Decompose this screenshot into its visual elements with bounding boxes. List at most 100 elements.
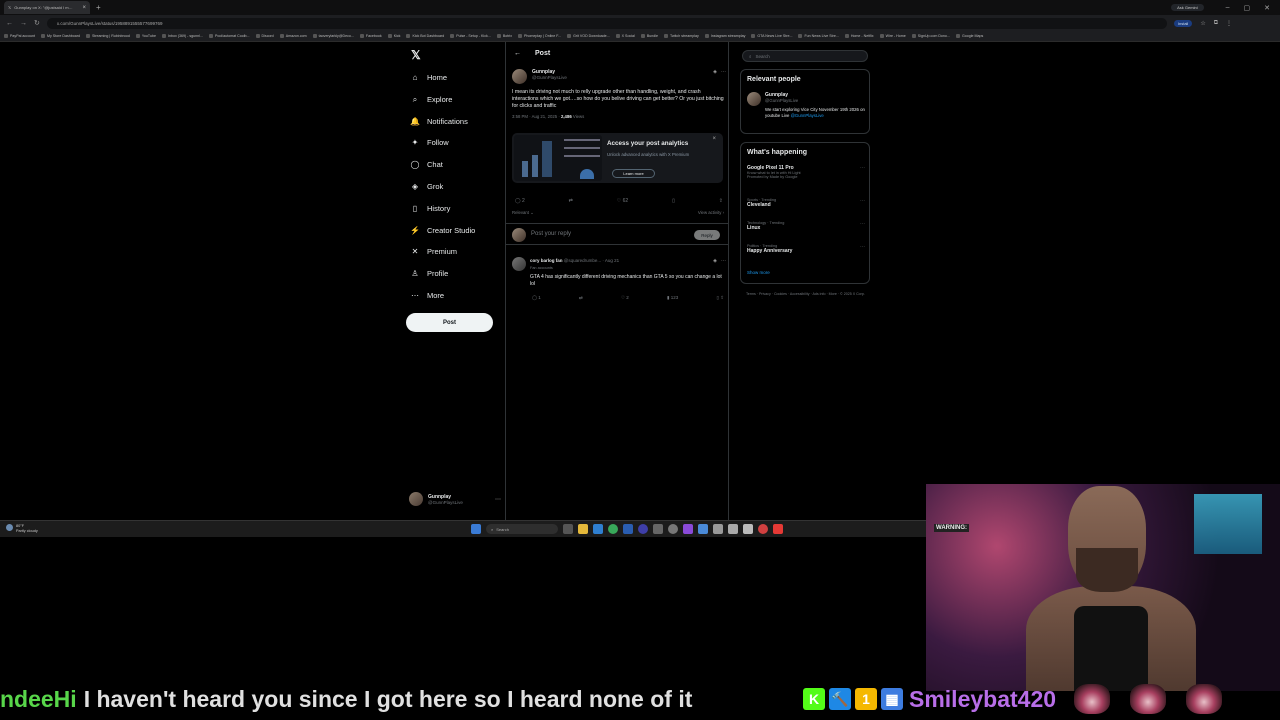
bookmark-item[interactable]: Botrix: [496, 34, 512, 38]
tweet-author-handle[interactable]: @GunnPlaysLive: [532, 75, 567, 80]
nav-item-home[interactable]: ⌂ Home: [410, 73, 447, 82]
nav-item-notifications[interactable]: 🔔 Notifications: [410, 117, 468, 126]
bookmark-item[interactable]: Streaming | Rubinbrood: [85, 34, 130, 38]
reply-action[interactable]: ◯ 2: [515, 198, 525, 204]
bookmark-item[interactable]: Facebook: [359, 34, 382, 38]
reply-author-handle[interactable]: @squaredrumbe... · Aug 21: [564, 258, 619, 263]
avatar[interactable]: [747, 92, 761, 106]
repost-icon[interactable]: ⇄: [569, 198, 573, 204]
trend-item[interactable]: Politics · Trending Happy Anniversary ⋯: [747, 244, 865, 254]
more-dots-icon[interactable]: ⋯: [495, 496, 501, 503]
grok-icon[interactable]: ◈: [713, 258, 717, 264]
more-options-icon[interactable]: ⋯: [860, 198, 865, 204]
nav-item-more[interactable]: ⋯ More: [410, 291, 444, 300]
bookmark-item[interactable]: Pulse - Setup - Kick...: [450, 34, 491, 38]
reload-icon[interactable]: ↻: [34, 19, 40, 27]
search-input[interactable]: ⌕ Search: [742, 50, 868, 62]
app-icon[interactable]: [773, 524, 783, 534]
new-tab-icon[interactable]: +: [96, 3, 101, 12]
obs-icon[interactable]: [638, 524, 648, 534]
back-arrow-icon[interactable]: ←: [514, 50, 521, 57]
nav-item-follow[interactable]: ✦ Follow: [410, 138, 449, 147]
back-icon[interactable]: ←: [6, 20, 13, 27]
bookmark-item[interactable]: X Social: [615, 34, 635, 38]
chrome-icon[interactable]: [608, 524, 618, 534]
trend-item[interactable]: Technology · Trending Linux ⋯: [747, 221, 865, 231]
bookmark-item[interactable]: PayPal account: [4, 34, 35, 38]
bookmark-item[interactable]: Wire - Home: [879, 34, 906, 38]
app-icon[interactable]: [713, 524, 723, 534]
reply-input[interactable]: Post your reply: [531, 231, 571, 237]
bookmark-item[interactable]: Kick Bot Dashboard: [406, 34, 444, 38]
views-action[interactable]: ▮ 123: [667, 295, 678, 301]
share-icon[interactable]: ⇪: [719, 198, 723, 204]
account-switcher[interactable]: Gunnplay @GunnPlaysLive ⋯: [409, 492, 501, 506]
share-icon[interactable]: ⇪: [720, 295, 724, 300]
learn-more-button[interactable]: Learn more: [612, 169, 655, 178]
app-icon[interactable]: [668, 524, 678, 534]
maximize-icon[interactable]: ▢: [1244, 4, 1251, 12]
app-icon[interactable]: [698, 524, 708, 534]
trend-item[interactable]: Sports · Trending Cleveland ⋯: [747, 198, 865, 208]
trend-item[interactable]: Google Pixel 11 Pro Know what to let in w…: [747, 165, 865, 179]
bookmark-item[interactable]: My Store Dashboard: [40, 34, 80, 38]
show-more-link[interactable]: Show more: [747, 270, 770, 275]
close-tab-icon[interactable]: ×: [82, 5, 86, 11]
nav-item-creator-studio[interactable]: ⚡ Creator Studio: [410, 226, 475, 235]
avatar[interactable]: [512, 257, 526, 271]
bookmark-item[interactable]: Kick: [387, 34, 400, 38]
bookmark-item[interactable]: Amazon.com: [279, 34, 307, 38]
task-view-icon[interactable]: [563, 524, 573, 534]
app-icon[interactable]: [653, 524, 663, 534]
close-window-icon[interactable]: ✕: [1264, 4, 1270, 12]
tweet-timestamp[interactable]: 3:58 PM · Aug 21, 2025 ·: [512, 114, 561, 119]
weather-widget[interactable]: 80°F Partly cloudy: [6, 524, 38, 533]
reply-sort-dropdown[interactable]: Relevant ⌄: [512, 210, 534, 216]
bookmark-icon[interactable]: ▯: [672, 198, 675, 204]
more-options-icon[interactable]: ⋯: [860, 221, 865, 227]
store-icon[interactable]: [593, 524, 603, 534]
taskbar-search[interactable]: ⌕ Search: [486, 524, 558, 534]
bookmark-item[interactable]: YouTube: [135, 34, 156, 38]
menu-icon[interactable]: ⋮: [1226, 20, 1232, 27]
bookmark-item[interactable]: Discord: [255, 34, 274, 38]
more-options-icon[interactable]: ⋯: [721, 258, 726, 264]
nav-item-explore[interactable]: ⌕ Explore: [410, 95, 453, 105]
more-options-icon[interactable]: ⋯: [860, 244, 865, 250]
windows-start-icon[interactable]: [471, 524, 481, 534]
url-input[interactable]: x.com/GunnPlaysLive/status/1958891555577…: [46, 17, 1167, 29]
app-icon[interactable]: [623, 524, 633, 534]
nav-item-premium[interactable]: ✕ Premium: [410, 247, 457, 256]
nav-item-grok[interactable]: ◈ Grok: [410, 182, 443, 191]
browser-tab[interactable]: 𝕏 Gunnplay on X: "@justsaid I m… ×: [4, 1, 90, 14]
bookmark-item[interactable]: Fun News Live Stre...: [798, 34, 839, 38]
minimize-icon[interactable]: –: [1226, 4, 1230, 11]
forward-icon[interactable]: →: [20, 20, 27, 27]
file-explorer-icon[interactable]: [578, 524, 588, 534]
ask-gemini-button[interactable]: Ask Gemini: [1171, 4, 1204, 11]
person-bio-link[interactable]: @GunnPlaysLive: [791, 113, 824, 118]
like-action[interactable]: ♡ 62: [617, 198, 628, 204]
star-icon[interactable]: ☆: [1200, 20, 1205, 27]
close-icon[interactable]: ×: [712, 136, 716, 142]
bookmark-item[interactable]: SignUp.com Dono...: [911, 34, 950, 38]
bookmark-item[interactable]: taoverylarkly@Deco...: [312, 34, 354, 38]
view-activity-link[interactable]: View activity ›: [698, 210, 724, 216]
bookmark-item[interactable]: Twitch streamplay: [664, 34, 699, 38]
bookmark-item[interactable]: Bundle: [640, 34, 658, 38]
bookmark-item[interactable]: Phomeplay | Online F...: [518, 34, 561, 38]
nav-item-history[interactable]: ▯ History: [410, 204, 451, 213]
footer-links[interactable]: Terms · Privacy · Cookies · Accessibilit…: [746, 290, 870, 298]
app-icon[interactable]: [728, 524, 738, 534]
app-icon[interactable]: [683, 524, 693, 534]
app-icon[interactable]: [758, 524, 768, 534]
post-button[interactable]: Post: [406, 313, 493, 332]
bookmark-icon[interactable]: ▯: [716, 295, 718, 300]
nav-item-chat[interactable]: ◯ Chat: [410, 160, 443, 169]
bookmark-item[interactable]: Grit VOD Downloade...: [567, 34, 610, 38]
reply-action[interactable]: ◯ 1: [532, 295, 541, 301]
bookmark-item[interactable]: Inbox (369) - sgunnl...: [161, 34, 203, 38]
bookmark-item[interactable]: Home - Netflix: [844, 34, 874, 38]
person-handle[interactable]: @GunnPlaysLive: [765, 98, 798, 103]
x-logo-icon[interactable]: 𝕏: [411, 48, 421, 62]
